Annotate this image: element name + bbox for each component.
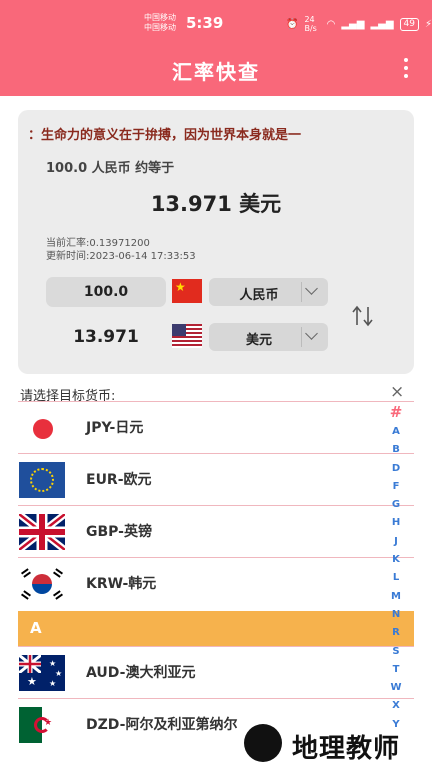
section-header: A [18,611,414,646]
index-letter[interactable]: F [387,478,405,496]
system-icons: ⏰ 24 B/s ◠ ▂▄▆ ▂▄▆ 49 ⚡ [286,15,432,33]
index-letter[interactable]: X [387,697,405,715]
index-letter[interactable]: S [387,643,405,661]
index-hash[interactable]: # [387,403,405,423]
list-item[interactable]: JPY-日元 [18,401,414,453]
index-letter[interactable]: W [387,679,405,697]
index-letter[interactable]: T [387,661,405,679]
china-flag-icon: ★ [172,279,202,303]
target-currency-label: 美元 [245,333,272,348]
target-amount: 13.971 [73,327,139,347]
carrier-2: 中国移动 [144,23,176,32]
currency-name: JPY-日元 [86,420,144,436]
page-title: 汇率快查 [172,60,260,84]
alarm-icon: ⏰ [286,18,299,30]
currency-name: GBP-英镑 [86,524,152,540]
source-currency-select[interactable]: 人民币 [209,278,328,306]
index-letter[interactable]: B [387,441,405,459]
globe-logo-icon [244,724,282,762]
index-letter[interactable]: H [387,514,405,532]
swap-icon[interactable] [350,304,376,328]
motto-marquee: ：生命力的意义在于拚搏，因为世界本身就是一 [28,128,302,143]
source-currency-label: 人民币 [239,288,279,303]
section-letter: A [30,619,42,637]
eu-flag-icon [19,462,65,498]
status-time: 5:39 [186,14,224,32]
currency-name: DZD-阿尔及利亚第纳尔 [86,717,238,733]
app-header: 中国移动 中国移动 5:39 ⏰ 24 B/s ◠ ▂▄▆ ▂▄▆ 49 ⚡ 汇… [0,0,432,96]
carrier-1: 中国移动 [144,13,176,22]
status-bar: 中国移动 中国移动 5:39 ⏰ 24 B/s ◠ ▂▄▆ ▂▄▆ 49 ⚡ [0,0,432,40]
wifi-icon: ◠ [326,18,336,30]
currency-name: EUR-欧元 [86,472,152,488]
update-time: 更新时间:2023-06-14 17:33:53 [46,251,196,262]
index-letter[interactable]: M [387,588,405,606]
source-summary: 100.0 人民币 约等于 [46,161,175,176]
signal-icon: ▂▄▆ [341,18,365,30]
conversion-result: 13.971 美元 [150,192,282,216]
usa-flag-icon [172,324,202,348]
index-letter[interactable]: R [387,624,405,642]
algeria-flag-icon: ★ [19,707,65,743]
currency-name: KRW-韩元 [86,576,157,592]
korea-flag-icon [19,566,65,602]
index-letter[interactable]: K [387,551,405,569]
currency-name: AUD-澳大利亚元 [86,665,196,681]
more-menu-icon[interactable] [402,58,410,78]
close-icon[interactable]: × [390,382,404,402]
charging-icon: ⚡ [424,18,432,30]
index-letter[interactable]: D [387,460,405,478]
index-letter[interactable]: J [387,533,405,551]
uk-flag-icon [19,514,65,550]
list-item[interactable]: GBP-英镑 [18,505,414,557]
japan-flag-icon [19,410,65,446]
watermark-text: 地理教师 [292,734,401,764]
battery-icon: 49 [399,17,419,31]
list-item[interactable]: ★ ★ ★ ★ AUD-澳大利亚元 [18,646,414,698]
carrier-labels: 中国移动 中国移动 [144,13,176,33]
index-letter[interactable]: A [387,423,405,441]
network-speed: 24 B/s [304,15,317,33]
target-currency-select[interactable]: 美元 [209,323,328,351]
watermark: 地理教师 [236,722,432,768]
list-item[interactable]: KRW-韩元 [18,557,414,609]
index-letter[interactable]: L [387,569,405,587]
source-amount-input[interactable]: 100.0 [46,277,166,307]
index-letter[interactable]: G [387,496,405,514]
signal-icon-2: ▂▄▆ [370,18,394,30]
list-item[interactable]: EUR-欧元 [18,453,414,505]
alphabet-index[interactable]: # A B D F G H J K L M N R S T W X Y [387,403,405,734]
australia-flag-icon: ★ ★ ★ ★ [19,655,65,691]
index-letter[interactable]: N [387,606,405,624]
